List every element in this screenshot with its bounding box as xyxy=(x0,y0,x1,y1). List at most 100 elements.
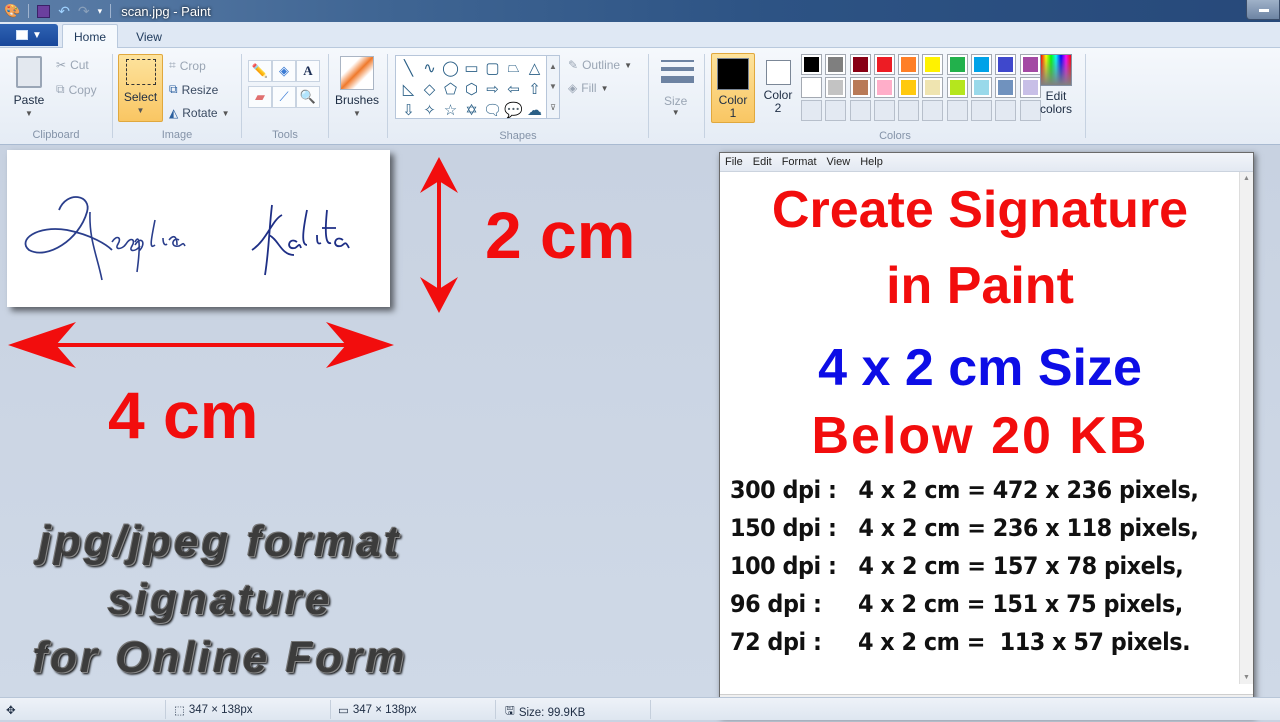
shape-item[interactable]: ▭ xyxy=(461,57,482,78)
separator xyxy=(165,700,166,719)
redo-icon[interactable]: ↷ xyxy=(78,3,90,20)
palette-empty-slot[interactable] xyxy=(995,100,1017,121)
undo-icon[interactable]: ↶ xyxy=(58,3,70,20)
palette-color[interactable] xyxy=(971,77,993,98)
palette-color[interactable] xyxy=(801,54,822,75)
palette-color[interactable] xyxy=(849,77,871,98)
menu-view[interactable]: View xyxy=(827,156,851,168)
palette-empty-slot[interactable] xyxy=(873,100,895,121)
palette-color[interactable] xyxy=(898,54,920,75)
shape-item[interactable]: ✡ xyxy=(461,99,482,120)
shape-item[interactable]: ⏢ xyxy=(503,57,524,78)
palette-color[interactable] xyxy=(825,77,847,98)
signature-image[interactable] xyxy=(7,150,390,307)
shape-item[interactable]: ╲ xyxy=(398,57,419,78)
shape-item[interactable]: ☁ xyxy=(524,99,545,120)
color2-button[interactable]: Color 2 xyxy=(759,60,797,115)
shape-item[interactable]: ✧ xyxy=(419,99,440,120)
palette-color[interactable] xyxy=(825,54,847,75)
save-icon[interactable] xyxy=(37,4,51,18)
palette-color[interactable] xyxy=(922,77,944,98)
shapes-scrollbar[interactable]: ▲ ▼ ⊽ xyxy=(547,55,560,119)
scroll-down-icon[interactable]: ▼ xyxy=(549,82,557,91)
palette-empty-slot[interactable] xyxy=(825,100,847,121)
paint-app-icon[interactable]: 🎨 xyxy=(4,3,20,19)
paste-button[interactable]: Paste ▼ xyxy=(10,56,48,120)
minimize-button[interactable] xyxy=(1246,0,1280,20)
shape-item[interactable]: 🗨 xyxy=(482,99,503,120)
shape-item[interactable]: ⇧ xyxy=(524,78,545,99)
shapes-group-label: Shapes xyxy=(499,130,537,142)
color1-button[interactable]: Color 1 xyxy=(711,53,755,123)
scroll-up-icon[interactable]: ▲ xyxy=(1243,175,1250,182)
magnifier-icon[interactable]: 🔍 xyxy=(296,86,320,108)
notepad-scrollbar[interactable]: ▲ ▼ xyxy=(1239,172,1253,684)
color-picker-icon[interactable]: ⟋ xyxy=(272,86,296,108)
notepad-window[interactable]: File Edit Format View Help Create Signat… xyxy=(719,152,1254,717)
menu-file[interactable]: File xyxy=(725,156,743,168)
palette-color[interactable] xyxy=(898,77,920,98)
palette-empty-slot[interactable] xyxy=(946,100,968,121)
palette-color[interactable] xyxy=(971,54,993,75)
pencil-icon[interactable]: ✏️ xyxy=(248,60,272,82)
scroll-up-icon[interactable]: ▲ xyxy=(549,62,557,71)
palette-color[interactable] xyxy=(946,77,968,98)
palette-color[interactable] xyxy=(873,54,895,75)
shape-item[interactable]: ◺ xyxy=(398,78,419,99)
shape-item[interactable]: ⬠ xyxy=(440,78,461,99)
palette-empty-slot[interactable] xyxy=(801,100,822,121)
palette-empty-slot[interactable] xyxy=(1019,100,1041,121)
palette-color[interactable] xyxy=(1019,77,1041,98)
fill-button[interactable]: ◈ Fill ▼ xyxy=(568,81,608,95)
palette-empty-slot[interactable] xyxy=(849,100,871,121)
outline-button[interactable]: ✎ Outline ▼ xyxy=(568,58,632,72)
size-lines-icon[interactable] xyxy=(661,60,694,88)
text-icon[interactable]: A xyxy=(296,60,320,82)
brushes-button[interactable]: Brushes ▼ xyxy=(333,56,381,120)
menu-edit[interactable]: Edit xyxy=(753,156,772,168)
shape-item[interactable]: ⇦ xyxy=(503,78,524,99)
shape-item[interactable]: ◯ xyxy=(440,57,461,78)
shape-item[interactable]: △ xyxy=(524,57,545,78)
separator xyxy=(330,700,331,719)
fill-bucket-icon[interactable]: ◈ xyxy=(272,60,296,82)
shape-item[interactable]: ∿ xyxy=(419,57,440,78)
shape-item[interactable]: ▢ xyxy=(482,57,503,78)
cut-button[interactable]: ✂ Cut xyxy=(56,58,89,72)
palette-color[interactable] xyxy=(1019,54,1041,75)
shape-item[interactable]: ⇩ xyxy=(398,99,419,120)
paint-menu-button[interactable]: ▼ xyxy=(0,24,58,46)
crop-button[interactable]: ⌗ Crop xyxy=(169,58,206,73)
palette-empty-slot[interactable] xyxy=(971,100,993,121)
palette-color[interactable] xyxy=(995,77,1017,98)
size-button[interactable]: Size ▼ xyxy=(664,94,687,117)
resize-button[interactable]: ⧉ Resize xyxy=(169,82,218,97)
scroll-down-icon[interactable]: ▼ xyxy=(1243,674,1250,681)
eraser-icon[interactable]: ▰ xyxy=(248,86,272,108)
palette-empty-slot[interactable] xyxy=(898,100,920,121)
palette-empty-slot[interactable] xyxy=(922,100,944,121)
customize-quick-access-icon[interactable]: ▾ xyxy=(98,6,103,17)
notepad-text-area[interactable]: Create Signature in Paint 4 x 2 cm Size … xyxy=(720,172,1240,682)
palette-color[interactable] xyxy=(873,77,895,98)
rotate-button[interactable]: ◭ Rotate ▼ xyxy=(169,106,230,120)
copy-button[interactable]: ⧉ Copy xyxy=(56,82,97,97)
shape-item[interactable]: ⬡ xyxy=(461,78,482,99)
tab-home[interactable]: Home xyxy=(62,24,118,49)
palette-color[interactable] xyxy=(995,54,1017,75)
shape-item[interactable]: ◇ xyxy=(419,78,440,99)
shape-item[interactable]: 💬 xyxy=(503,99,524,120)
tab-view[interactable]: View xyxy=(124,24,174,49)
palette-color[interactable] xyxy=(922,54,944,75)
palette-color[interactable] xyxy=(801,77,822,98)
shape-item[interactable]: ☆ xyxy=(440,99,461,120)
menu-format[interactable]: Format xyxy=(782,156,817,168)
shape-item[interactable]: ⇨ xyxy=(482,78,503,99)
select-button[interactable]: Select ▼ xyxy=(118,54,163,122)
colors-group-label: Colors xyxy=(879,130,911,142)
expand-gallery-icon[interactable]: ⊽ xyxy=(550,103,556,112)
palette-color[interactable] xyxy=(946,54,968,75)
menu-help[interactable]: Help xyxy=(860,156,883,168)
edit-colors-button[interactable]: Edit colors xyxy=(1040,54,1072,116)
palette-color[interactable] xyxy=(849,54,871,75)
